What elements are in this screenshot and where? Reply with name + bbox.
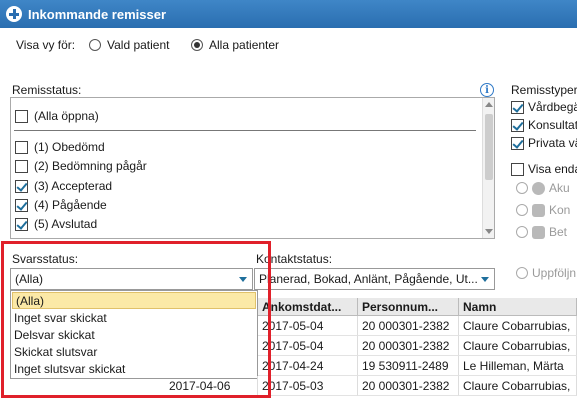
option-bet[interactable]: Bet: [516, 225, 567, 239]
list-scrollbar[interactable]: [482, 98, 494, 238]
checkbox[interactable]: [15, 140, 28, 154]
remisstatus-list[interactable]: (Alla öppna) (1) Obedömd (2) Bedömning p…: [10, 97, 495, 239]
option-label: Bet: [549, 225, 568, 239]
option-label: Uppföljn: [532, 266, 577, 280]
status-label: (1) Obedömd: [34, 140, 105, 154]
document-icon: [532, 203, 545, 217]
option-label: Aku: [549, 181, 570, 195]
checkbox-checked[interactable]: [511, 100, 524, 114]
radio-alla-patienter[interactable]: Alla patienter: [191, 38, 279, 52]
view-for-label: Visa vy för:: [16, 38, 76, 52]
remisstatus-label: Remisstatus:: [12, 83, 82, 97]
type-vardbegaran[interactable]: Vårdbegä: [511, 100, 577, 114]
option-aku[interactable]: Aku: [516, 181, 570, 195]
option-uppfoljning[interactable]: Uppföljn: [516, 266, 576, 280]
status-item-alla-oppna[interactable]: (Alla öppna): [15, 109, 99, 123]
remisstyper-label: Remisstyper: [511, 83, 577, 97]
checkbox-checked[interactable]: [511, 136, 524, 150]
column-header-namn[interactable]: Namn: [459, 298, 577, 316]
radio-label: Vald patient: [107, 38, 170, 52]
scroll-thumb[interactable]: [485, 114, 493, 180]
checkbox-checked[interactable]: [15, 198, 28, 212]
column-header-ankomstdatum[interactable]: Ankomstdat...: [258, 298, 358, 316]
status-label: (3) Accepterad: [34, 179, 113, 193]
checkbox-checked[interactable]: [15, 179, 28, 193]
status-item-avslutad[interactable]: (5) Avslutad: [15, 217, 97, 231]
radio-icon: [516, 204, 528, 216]
cell-name[interactable]: Claure Cobarrubias,: [459, 336, 577, 356]
radio-icon: [89, 39, 101, 51]
info-icon[interactable]: i: [480, 83, 494, 97]
list-separator: [14, 130, 476, 131]
clock-icon: [532, 181, 545, 195]
radio-label: Alla patienter: [209, 38, 280, 52]
option-label: Kon: [549, 203, 571, 217]
status-item-accepterad[interactable]: (3) Accepterad: [15, 179, 112, 193]
app-plus-icon: [6, 6, 22, 22]
highlight-box: [1, 241, 271, 398]
radio-icon: [516, 267, 528, 279]
checkbox[interactable]: [15, 109, 28, 123]
status-label: (4) Pågående: [34, 198, 107, 212]
radio-icon: [516, 226, 528, 238]
cell-name[interactable]: Claure Cobarrubias,: [459, 316, 577, 336]
document-icon: [532, 225, 545, 239]
cell-date[interactable]: 2017-05-04: [258, 316, 358, 336]
title-bar: Inkommande remisser: [0, 0, 577, 28]
visa-enda-label: Visa enda: [528, 162, 577, 176]
radio-checked-icon: [191, 39, 203, 51]
chevron-down-icon: [481, 277, 489, 282]
cell-date[interactable]: 2017-04-24: [258, 356, 358, 376]
window-title: Inkommande remisser: [28, 6, 167, 22]
cell-pnr[interactable]: 19 530911-2489: [358, 356, 459, 376]
cell-name[interactable]: Claure Cobarrubias,: [459, 376, 577, 396]
radio-vald-patient[interactable]: Vald patient: [89, 38, 170, 52]
kontaktstatus-value: Planerad, Bokad, Anlänt, Pågående, Ut...: [259, 272, 478, 286]
cell-pnr[interactable]: 20 000301-2382: [358, 316, 459, 336]
cell-date[interactable]: 2017-05-03: [258, 376, 358, 396]
cell-pnr[interactable]: 20 000301-2382: [358, 336, 459, 356]
column-header-personnummer[interactable]: Personnum...: [358, 298, 459, 316]
checkbox-checked[interactable]: [511, 118, 524, 132]
scroll-down-arrow-icon[interactable]: [485, 229, 493, 234]
status-label: (5) Avslutad: [34, 217, 98, 231]
status-item-pagaende[interactable]: (4) Pågående: [15, 198, 107, 212]
checkbox[interactable]: [511, 162, 524, 176]
visa-enda-checkbox[interactable]: Visa enda: [511, 162, 577, 176]
type-label: Privata vä: [528, 136, 577, 150]
status-item-obedomd[interactable]: (1) Obedömd: [15, 140, 105, 154]
cell-date[interactable]: 2017-05-04: [258, 336, 358, 356]
checkbox-checked[interactable]: [15, 217, 28, 231]
radio-icon: [516, 182, 528, 194]
status-label: (2) Bedömning pågår: [34, 159, 147, 173]
type-label: Vårdbegä: [528, 100, 577, 114]
status-label: (Alla öppna): [34, 109, 99, 123]
cell-pnr[interactable]: 20 000301-2382: [358, 376, 459, 396]
type-label: Konsultat: [528, 118, 577, 132]
checkbox[interactable]: [15, 159, 28, 173]
cell-name[interactable]: Le Hilleman, Märta: [459, 356, 577, 376]
status-item-bedomning[interactable]: (2) Bedömning pågår: [15, 159, 147, 173]
option-kon[interactable]: Kon: [516, 203, 570, 217]
kontaktstatus-dropdown[interactable]: Planerad, Bokad, Anlänt, Pågående, Ut...: [254, 268, 495, 290]
type-privata[interactable]: Privata vä: [511, 136, 577, 150]
scroll-up-arrow-icon[interactable]: [485, 102, 493, 107]
type-konsultation[interactable]: Konsultat: [511, 118, 577, 132]
